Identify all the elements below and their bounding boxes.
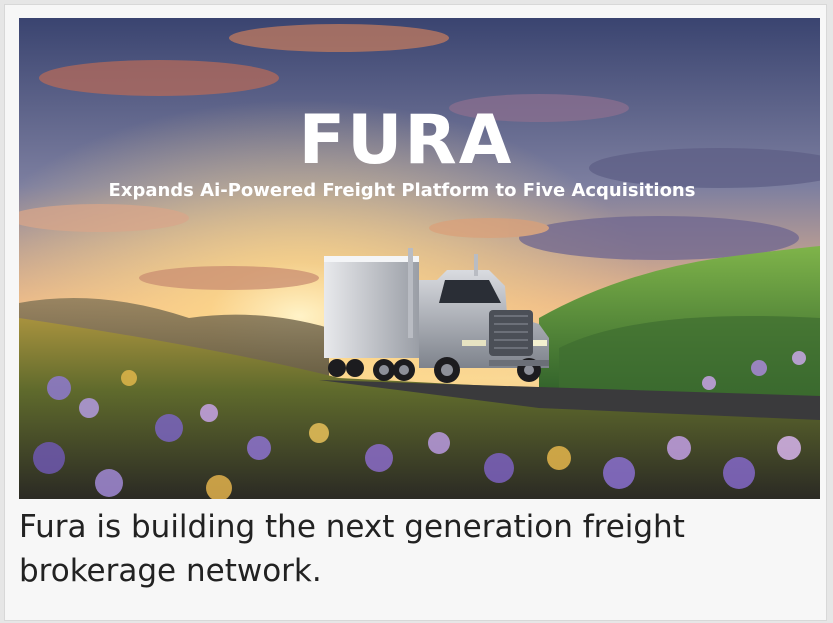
hero-illustration: FURA Expands Ai-Powered Freight Platform… (19, 18, 820, 499)
hero-image[interactable]: FURA Expands Ai-Powered Freight Platform… (19, 18, 820, 499)
hero-tagline: Expands Ai-Powered Freight Platform to F… (109, 180, 696, 201)
article-card: FURA Expands Ai-Powered Freight Platform… (4, 4, 827, 621)
fura-logo: FURA (299, 101, 514, 180)
article-caption: Fura is building the next generation fre… (19, 509, 685, 589)
